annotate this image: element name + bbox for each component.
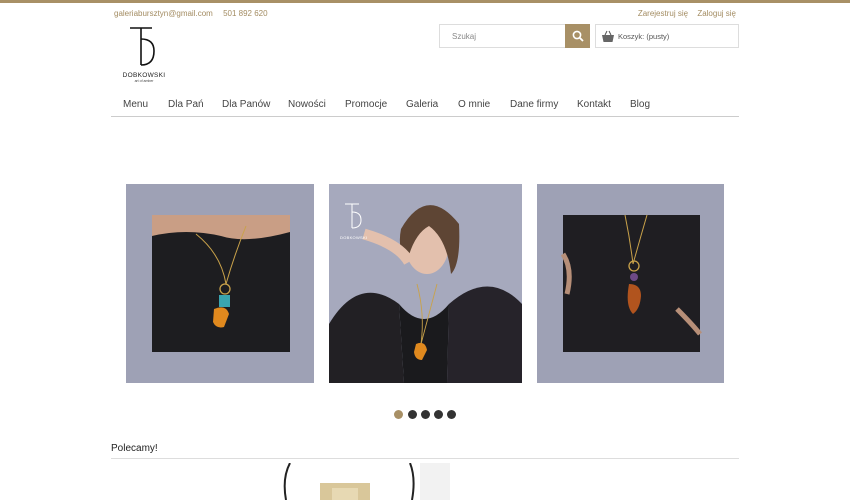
cart-summary[interactable]: Koszyk: (pusty) — [595, 24, 739, 48]
nav-item-promocje[interactable]: Promocje — [345, 99, 387, 110]
nav-item-menu[interactable]: Menu — [123, 99, 148, 110]
slider-dot-2[interactable] — [408, 410, 417, 419]
contact-info: galeriabursztyn@gmail.com 501 892 620 — [114, 9, 276, 18]
slide-model-photo[interactable]: DOBKOWSKI — [329, 184, 522, 383]
section-divider — [111, 458, 739, 459]
main-navigation: Menu Dla Pań Dla Panów Nowości Promocje … — [111, 93, 739, 117]
slide-pendant-amber-amethyst[interactable] — [537, 184, 724, 383]
nav-item-blog[interactable]: Blog — [630, 99, 650, 110]
logo-tagline: art of amber — [134, 79, 154, 83]
search-button[interactable] — [565, 24, 590, 48]
logo-name: DOBKOWSKI — [122, 72, 166, 79]
contact-phone[interactable]: 501 892 620 — [223, 9, 268, 18]
recommended-product-image[interactable] — [270, 463, 450, 500]
cart-label: Koszyk: — [618, 32, 645, 41]
nav-item-nowosci[interactable]: Nowości — [288, 99, 326, 110]
nav-item-dla-panow[interactable]: Dla Panów — [222, 99, 270, 110]
slide-image — [152, 215, 290, 352]
slide-watermark: DOBKOWSKI — [340, 235, 368, 240]
recommended-heading: Polecamy! — [111, 443, 158, 454]
login-link[interactable]: Zaloguj się — [697, 9, 736, 18]
slider-dot-5[interactable] — [447, 410, 456, 419]
slide-pendant-amber-turquoise[interactable] — [126, 184, 314, 383]
nav-item-kontakt[interactable]: Kontakt — [577, 99, 611, 110]
search-input[interactable]: Szukaj — [439, 24, 566, 48]
contact-email[interactable]: galeriabursztyn@gmail.com — [114, 9, 213, 18]
account-links: Zarejestruj się Zaloguj się — [631, 9, 736, 18]
basket-icon — [602, 30, 614, 42]
nav-item-dla-pan[interactable]: Dla Pań — [168, 99, 204, 110]
slider-dot-4[interactable] — [434, 410, 443, 419]
search-icon — [572, 30, 584, 42]
top-accent-bar — [0, 0, 850, 3]
cart-status: (pusty) — [646, 32, 670, 41]
nav-item-galeria[interactable]: Galeria — [406, 99, 438, 110]
slider-dot-3[interactable] — [421, 410, 430, 419]
slide-image — [560, 214, 702, 352]
slide-image — [329, 184, 522, 383]
register-link[interactable]: Zarejestruj się — [638, 9, 688, 18]
nav-item-o-mnie[interactable]: O mnie — [458, 99, 490, 110]
nav-item-dane-firmy[interactable]: Dane firmy — [510, 99, 558, 110]
slider-dot-1[interactable] — [394, 410, 403, 419]
